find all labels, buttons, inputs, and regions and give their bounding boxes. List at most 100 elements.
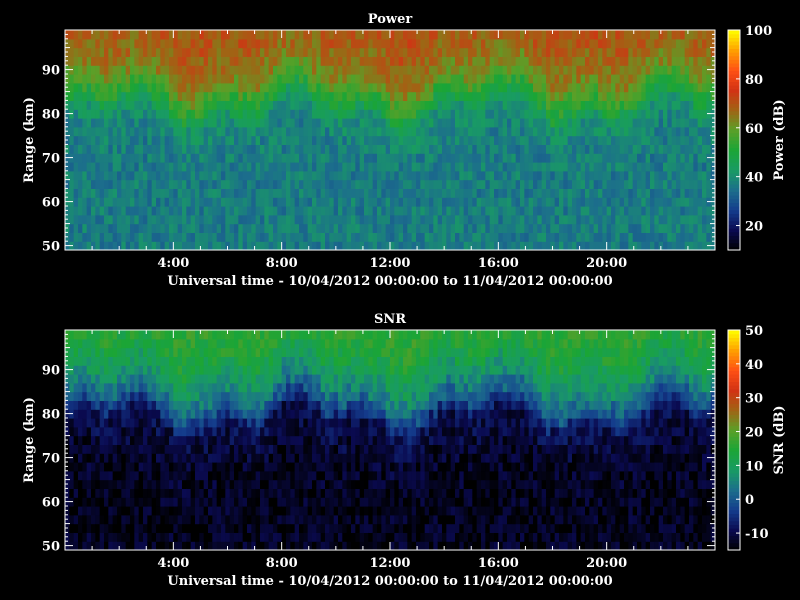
heatmap-cell	[407, 214, 413, 225]
heatmap-cell	[381, 118, 387, 128]
heatmap-cell	[112, 330, 118, 340]
heatmap-cell	[593, 197, 599, 207]
heatmap-cell	[221, 514, 226, 525]
heatmap-cell	[173, 47, 179, 57]
heatmap-cell	[143, 170, 148, 181]
heatmap-cell	[351, 118, 356, 128]
heatmap-cell	[433, 109, 439, 119]
heatmap-cell	[138, 56, 144, 66]
heatmap-cell	[95, 241, 101, 250]
heatmap-cell	[216, 197, 222, 207]
heatmap-cell	[130, 223, 135, 233]
heatmap-cell	[537, 153, 543, 163]
heatmap-cell	[182, 374, 187, 384]
heatmap-cell	[199, 356, 205, 366]
heatmap-cell	[329, 197, 335, 207]
heatmap-cell	[320, 188, 326, 198]
heatmap-cell	[82, 444, 88, 454]
heatmap-cell	[416, 144, 421, 154]
heatmap-cell	[234, 382, 239, 393]
heatmap-cell	[156, 214, 161, 225]
heatmap-cell	[385, 100, 391, 110]
heatmap-cell	[225, 532, 231, 542]
heatmap-cell	[338, 197, 343, 207]
heatmap-cell	[212, 47, 218, 57]
heatmap-cell	[537, 100, 543, 110]
heatmap-cell	[130, 338, 135, 349]
heatmap-cell	[663, 179, 668, 189]
heatmap-cell	[316, 30, 322, 40]
heatmap-cell	[424, 188, 430, 198]
heatmap-cell	[654, 56, 660, 66]
heatmap-cell	[164, 56, 170, 66]
heatmap-cell	[420, 109, 426, 119]
heatmap-cell	[554, 82, 560, 93]
heatmap-cell	[156, 232, 161, 242]
heatmap-cell	[407, 109, 413, 119]
heatmap-cell	[212, 488, 218, 498]
heatmap-cell	[169, 374, 174, 384]
heatmap-cell	[320, 206, 326, 216]
heatmap-cell	[489, 144, 495, 154]
heatmap-cell	[138, 444, 144, 454]
heatmap-cell	[156, 330, 161, 340]
heatmap-cell	[160, 118, 166, 128]
heatmap-cell	[333, 126, 339, 137]
heatmap-cell	[316, 100, 322, 110]
heatmap-cell	[121, 82, 127, 93]
heatmap-cell	[286, 170, 291, 181]
heatmap-cell	[706, 118, 712, 128]
heatmap-cell	[294, 214, 300, 225]
heatmap-cell	[69, 30, 75, 40]
heatmap-cell	[99, 170, 105, 181]
heatmap-cell	[260, 214, 265, 225]
heatmap-cell	[268, 223, 274, 233]
heatmap-cell	[390, 56, 395, 66]
heatmap-cell	[203, 153, 209, 163]
heatmap-cell	[160, 91, 166, 101]
heatmap-cell	[234, 223, 239, 233]
heatmap-cell	[294, 206, 300, 216]
heatmap-cell	[173, 135, 179, 145]
heatmap-cell	[203, 435, 209, 445]
heatmap-cell	[173, 126, 179, 137]
heatmap-cell	[615, 126, 621, 137]
heatmap-cell	[134, 126, 140, 137]
heatmap-cell	[684, 91, 690, 101]
heatmap-cell	[69, 347, 75, 357]
heatmap-cell	[624, 197, 629, 207]
colorbar-swatch	[728, 121, 740, 126]
heatmap-cell	[589, 135, 595, 145]
heatmap-cell	[520, 214, 525, 225]
heatmap-cell	[502, 118, 508, 128]
heatmap-cell	[151, 426, 157, 437]
heatmap-cell	[702, 126, 707, 137]
heatmap-cell	[654, 74, 660, 84]
heatmap-cell	[147, 532, 153, 542]
heatmap-cell	[346, 38, 352, 49]
heatmap-cell	[225, 153, 231, 163]
heatmap-cell	[333, 74, 339, 84]
heatmap-cell	[637, 38, 642, 49]
heatmap-cell	[108, 232, 114, 242]
heatmap-cell	[567, 56, 573, 66]
heatmap-cell	[611, 65, 616, 75]
heatmap-cell	[234, 338, 239, 349]
heatmap-cell	[645, 56, 651, 66]
heatmap-cell	[368, 197, 374, 207]
heatmap-cell	[277, 56, 283, 66]
heatmap-cell	[69, 356, 75, 366]
heatmap-cell	[329, 170, 335, 181]
heatmap-cell	[520, 144, 525, 154]
heatmap-cell	[372, 170, 378, 181]
heatmap-cell	[459, 82, 465, 93]
heatmap-cell	[277, 74, 283, 84]
heatmap-cell	[433, 241, 439, 250]
heatmap-cell	[611, 56, 616, 66]
heatmap-cell	[398, 65, 404, 75]
heatmap-cell	[338, 100, 343, 110]
heatmap-cell	[177, 144, 183, 154]
heatmap-cell	[173, 523, 179, 533]
heatmap-cell	[416, 188, 421, 198]
heatmap-cell	[524, 126, 530, 137]
